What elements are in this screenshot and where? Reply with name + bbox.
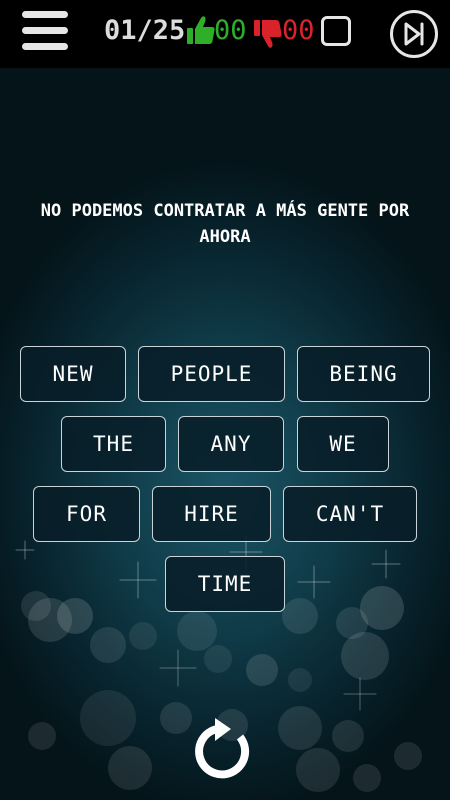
sentence-prompt: NO PODEMOS CONTRATAR A MÁS GENTE POR AHO… xyxy=(40,201,410,247)
top-bar: 01/25 00 00 xyxy=(0,0,450,68)
word-tile[interactable]: ANY xyxy=(178,416,284,472)
question-counter: 01/25 xyxy=(104,15,186,46)
likes-count: 00 xyxy=(214,15,247,46)
game-area: NO PODEMOS CONTRATAR A MÁS GENTE POR AHO… xyxy=(0,68,450,800)
thumbs-up-icon xyxy=(187,16,215,44)
refresh-icon[interactable] xyxy=(193,718,259,784)
dislikes-count: 00 xyxy=(282,15,315,46)
word-tile[interactable]: PEOPLE xyxy=(138,346,285,402)
word-tile[interactable]: BEING xyxy=(297,346,430,402)
checkbox-icon[interactable] xyxy=(321,16,351,46)
menu-icon-line xyxy=(22,11,68,18)
word-tile[interactable]: WE xyxy=(297,416,389,472)
word-tile[interactable]: FOR xyxy=(33,486,140,542)
menu-icon-line xyxy=(22,27,68,34)
skip-forward-icon[interactable] xyxy=(389,9,439,59)
word-tile[interactable]: TIME xyxy=(165,556,285,612)
word-tile[interactable]: NEW xyxy=(20,346,126,402)
thumbs-down-icon xyxy=(254,20,282,48)
menu-icon-line xyxy=(22,43,68,50)
word-tile[interactable]: HIRE xyxy=(152,486,271,542)
word-tile[interactable]: THE xyxy=(61,416,166,472)
menu-button[interactable] xyxy=(22,11,68,51)
word-tile[interactable]: CAN'T xyxy=(283,486,417,542)
